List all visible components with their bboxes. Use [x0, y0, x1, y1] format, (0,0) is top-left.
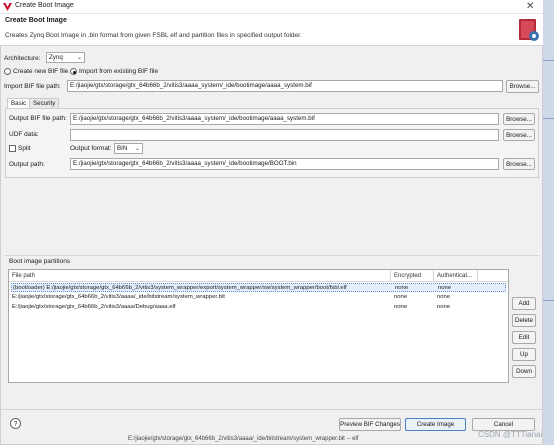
- boot-image-logo-icon: [518, 16, 540, 43]
- output-path-label: Output path:: [9, 161, 45, 168]
- output-format-value: BIN: [117, 145, 128, 152]
- row-authentication: none: [438, 285, 452, 291]
- delete-partition-button[interactable]: Delete: [512, 314, 536, 327]
- preview-bif-changes-button[interactable]: Preview BIF Changes: [339, 418, 401, 431]
- output-bif-path-field[interactable]: E:/jiaojie/gtx/storage/gtx_64b66b_2/viti…: [70, 113, 499, 125]
- partitions-table: File path Encrypted Authenticat... (boot…: [8, 269, 509, 383]
- table-row[interactable]: E:/jiaojie/gtx/storage/gtx_64b66b_2/viti…: [11, 293, 506, 302]
- split-label: Split: [18, 145, 31, 152]
- udf-data-field[interactable]: [70, 129, 499, 141]
- partitions-title: Boot image partitions: [9, 258, 71, 265]
- architecture-label: Architecture:: [4, 55, 41, 62]
- background-ide-line: [543, 118, 554, 119]
- column-header-encrypted[interactable]: Encrypted: [394, 273, 421, 279]
- udf-browse-button[interactable]: Browse...: [503, 129, 535, 141]
- partitions-divider: [5, 255, 539, 256]
- table-header-separator: [9, 281, 508, 282]
- header-description: Creates Zynq Boot Image in .bin format f…: [5, 32, 302, 39]
- import-bif-path-label: Import BIF file path:: [4, 83, 61, 90]
- column-separator: [477, 270, 478, 281]
- row-encrypted: none: [394, 304, 408, 310]
- vivado-logo-icon: [3, 3, 12, 11]
- create-new-bif-label[interactable]: Create new BIF file: [13, 68, 68, 75]
- table-row[interactable]: (bootloader) E:/jiaojie/gtx/storage/gtx_…: [11, 283, 506, 292]
- output-path-browse-button[interactable]: Browse...: [503, 158, 535, 170]
- move-down-button[interactable]: Down: [512, 365, 536, 378]
- row-authentication: none: [437, 294, 451, 300]
- background-ide-strip: [543, 0, 554, 445]
- row-encrypted: none: [395, 285, 409, 291]
- row-authentication: none: [437, 304, 451, 310]
- chevron-down-icon: ⌄: [134, 146, 140, 152]
- column-separator: [390, 270, 391, 281]
- chevron-down-icon: ⌄: [76, 55, 82, 61]
- create-new-bif-radio[interactable]: [4, 68, 11, 75]
- output-bif-path-label: Output BIF file path:: [9, 115, 67, 122]
- edit-partition-button[interactable]: Edit: [512, 331, 536, 344]
- row-file-path: E:/jiaojie/gtx/storage/gtx_64b66b_2/viti…: [12, 304, 176, 310]
- output-path-field[interactable]: E:/jiaojie/gtx/storage/gtx_64b66b_2/viti…: [70, 158, 499, 170]
- background-ide-line: [543, 60, 554, 61]
- output-bif-browse-button[interactable]: Browse...: [503, 113, 535, 125]
- dialog-header: Create Boot Image Creates Zynq Boot Imag…: [0, 14, 543, 46]
- table-row[interactable]: E:/jiaojie/gtx/storage/gtx_64b66b_2/viti…: [11, 303, 506, 312]
- column-separator: [433, 270, 434, 281]
- row-file-path: E:/jiaojie/gtx/storage/gtx_64b66b_2/viti…: [12, 294, 225, 300]
- split-checkbox[interactable]: [9, 145, 16, 152]
- footer-divider: [0, 409, 543, 410]
- column-header-file-path[interactable]: File path: [12, 273, 35, 279]
- import-browse-button[interactable]: Browse...: [506, 80, 539, 93]
- output-format-label: Output format:: [70, 145, 112, 152]
- watermark: CSDN @TTTianai: [478, 430, 543, 439]
- udf-data-label: UDF data:: [9, 131, 39, 138]
- background-console-line: E:/jiaojie/gtx/storage/gtx_64b66b_2/viti…: [128, 436, 359, 442]
- background-ide-line: [543, 300, 554, 301]
- architecture-select[interactable]: Zynq ⌄: [46, 52, 85, 63]
- create-image-button[interactable]: Create Image: [405, 418, 466, 431]
- output-format-select[interactable]: BIN ⌄: [114, 143, 143, 154]
- move-up-button[interactable]: Up: [512, 348, 536, 361]
- row-file-path: (bootloader) E:/jiaojie/gtx/storage/gtx_…: [13, 285, 347, 291]
- window-titlebar: Create Boot Image ✕: [0, 0, 543, 14]
- window-title: Create Boot Image: [15, 2, 74, 9]
- add-partition-button[interactable]: Add: [512, 297, 536, 310]
- import-existing-bif-radio[interactable]: [70, 68, 77, 75]
- row-encrypted: none: [394, 294, 408, 300]
- column-header-authentication[interactable]: Authenticat...: [437, 273, 472, 279]
- import-existing-bif-label[interactable]: Import from existing BIF file: [79, 68, 158, 75]
- architecture-value: Zynq: [49, 54, 63, 61]
- close-icon[interactable]: ✕: [526, 1, 534, 12]
- header-title: Create Boot Image: [5, 17, 67, 24]
- import-bif-path-field[interactable]: E:/jiaojie/gtx/storage/gtx_64b66b_2/viti…: [67, 80, 503, 92]
- help-icon[interactable]: ?: [10, 418, 21, 429]
